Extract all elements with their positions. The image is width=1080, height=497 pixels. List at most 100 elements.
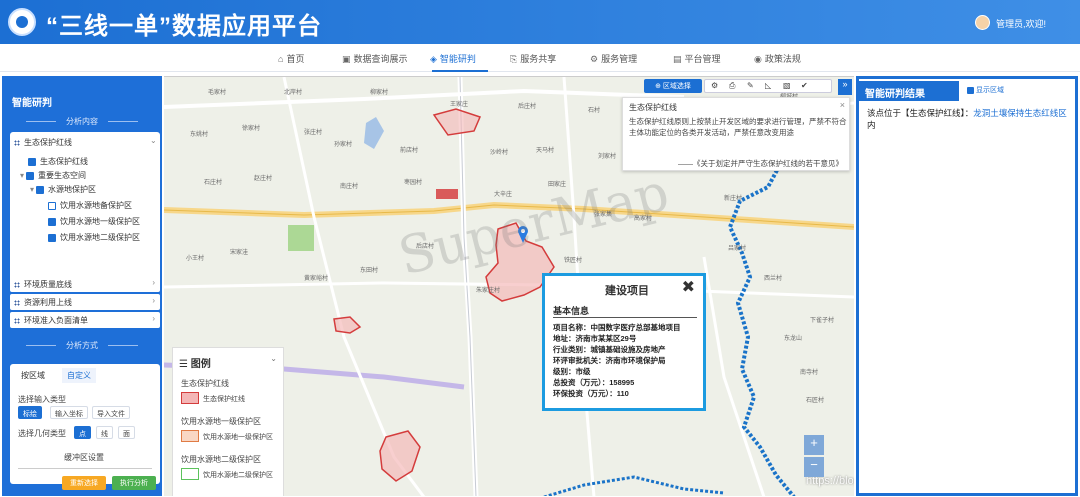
popup-source: ——《关于划定并严守生态保护红线的若干意见》 [678, 159, 843, 168]
tab-by-region[interactable]: 按区域 [16, 368, 50, 383]
layer-tree: 生态保护红线 ⌄ 生态保护红线 ▾ 重要生态空间 ▾ 水源地保护区 饮用水源地备保护… [10, 132, 160, 292]
chevron-right-icon: › [152, 296, 155, 305]
tab-custom[interactable]: 自定义 [62, 368, 96, 383]
tree-item-important[interactable]: ▾ 重要生态空间 [20, 170, 86, 181]
nav-home[interactable]: ⌂ 首页 [278, 52, 304, 65]
region-select-button[interactable]: ⊕ 区域选择 [644, 79, 702, 93]
place-label: 沙岭村 [490, 150, 509, 156]
accordion-resource[interactable]: 资源利用上线 › [10, 294, 160, 310]
card-row: 环评审批机关：济南市环境保护局 [553, 356, 666, 365]
nav-policy[interactable]: ◉ 政策法规 [754, 52, 801, 65]
place-label: 张庄村 [304, 130, 323, 136]
service-icon: ⚙ [590, 54, 599, 64]
location-icon: ⊕ [655, 83, 663, 90]
zoom-out-button[interactable]: − [804, 457, 824, 477]
pen-icon[interactable]: ✎ [747, 81, 754, 90]
grip-icon [14, 299, 20, 306]
result-prefix: 该点位于【生态保护红线】： [867, 108, 974, 118]
nav-label: 服务共享 [520, 54, 557, 64]
platform-icon: ▤ [673, 54, 682, 64]
place-label: 大辛庄 [494, 192, 513, 198]
main-nav: ⌂ 首页 ▣ 数据查询展示 ◈ 智能研判 ⎘ 服务共享 ⚙ 服务管理 ▤ 平台管理 ◉ 政策法… [0, 44, 1080, 72]
reset-selection-button[interactable]: 重新选择 [62, 476, 106, 490]
geom-type-label: 选择几何类型 [18, 429, 66, 438]
geom-polygon-button[interactable]: 面 [118, 426, 135, 439]
result-suffix: 内 [867, 120, 876, 130]
checkbox-icon[interactable] [967, 86, 974, 94]
checkbox-icon[interactable] [36, 185, 45, 194]
home-icon: ⌂ [278, 54, 284, 64]
layers-icon[interactable]: ⚙ [711, 81, 718, 90]
show-region-toggle[interactable]: 显示区域 [967, 85, 1004, 95]
close-icon[interactable]: ✖ [682, 277, 695, 297]
chevron-down-icon[interactable]: ⌄ [270, 354, 277, 363]
accordion-negative-list[interactable]: 环境准入负面清单 › [10, 312, 160, 328]
project-info-card: 建设项目 ✖ 基本信息 项目名称：中国数字医疗总部基地项目 地址：济南市某某区2… [542, 273, 706, 411]
welcome-text[interactable]: 管理员,欢迎! [996, 17, 1046, 30]
map-icon[interactable]: ▧ [783, 81, 791, 90]
section-analysis-content: 分析内容 [4, 116, 160, 127]
user-avatar[interactable] [975, 15, 990, 30]
map-toolbar: ⚙ ⎙ ✎ ◺ ▧ ✔ [704, 79, 832, 93]
run-analysis-button[interactable]: 执行分析 [112, 476, 156, 490]
region-select-label: 区域选择 [662, 83, 691, 90]
place-label: 东田村 [360, 268, 379, 274]
nav-label: 智能研判 [439, 54, 476, 64]
checkbox-icon[interactable] [48, 217, 56, 226]
legend-swatch [181, 430, 199, 442]
zoom-in-button[interactable]: + [804, 435, 824, 455]
result-link[interactable]: 龙洞土壤保持生态红线区 [973, 108, 1067, 118]
print-icon[interactable]: ⎙ [729, 81, 735, 91]
nav-smart-judge[interactable]: ◈ 智能研判 [430, 52, 476, 65]
list-icon: ☰ [179, 359, 191, 370]
clear-icon[interactable]: ✔ [801, 81, 808, 90]
card-row: 项目名称：中国数字医疗总部基地项目 [553, 323, 681, 332]
place-label: 小王村 [186, 256, 205, 262]
result-panel: 智能研判结果 显示区域 该点位于【生态保护红线】：龙洞土壤保持生态红线区内 [856, 76, 1078, 496]
tree-item-eco-line[interactable]: 生态保护红线 [28, 156, 88, 167]
place-label: 后庄村 [518, 104, 537, 110]
tree-item-water-2[interactable]: 饮用水源地二级保护区 [48, 232, 140, 243]
grip-icon [14, 317, 20, 324]
buffer-slider[interactable] [18, 468, 152, 469]
result-text: 该点位于【生态保护红线】：龙洞土壤保持生态红线区内 [867, 107, 1073, 131]
map-view[interactable]: 毛家村北岸村柳家村王家庄后庄村石村四里庄村杨庄村柳城村东姚村徐家村张庄村孙家村前… [164, 76, 854, 496]
nav-data-query[interactable]: ▣ 数据查询展示 [342, 52, 408, 65]
nav-label: 政策法规 [764, 54, 801, 64]
geom-line-button[interactable]: 线 [96, 426, 113, 439]
tree-item-water-1[interactable]: 饮用水源地一级保护区 [48, 216, 140, 227]
checkbox-icon[interactable] [48, 233, 56, 242]
legend-heading: 饮用水源地二级保护区 [181, 455, 261, 464]
legend-item: 生态保护红线 [203, 396, 245, 403]
expand-panel-icon[interactable]: » [838, 79, 852, 95]
place-label: 赵庄村 [254, 176, 273, 182]
close-icon[interactable]: × [840, 100, 845, 110]
nav-label: 首页 [286, 54, 305, 64]
input-coords-button[interactable]: 输入坐标 [50, 406, 88, 419]
nav-service-manage[interactable]: ⚙ 服务管理 [590, 52, 637, 65]
analysis-method-panel: 按区域 自定义 选择输入类型 标绘 输入坐标 导入文件 选择几何类型 点 线 面… [10, 364, 160, 484]
nav-service-share[interactable]: ⎘ 服务共享 [510, 52, 556, 65]
checkbox-icon[interactable] [26, 171, 35, 180]
geom-point-button[interactable]: 点 [74, 426, 91, 439]
nav-platform-manage[interactable]: ▤ 平台管理 [673, 52, 721, 65]
tree-group-eco[interactable]: 生态保护红线 [14, 137, 72, 148]
tree-item-water[interactable]: ▾ 水源地保护区 [30, 184, 96, 195]
buffer-setting-label: 缓冲区设置 [64, 453, 104, 462]
left-panel: 智能研判 分析内容 生态保护红线 ⌄ 生态保护红线 ▾ 重要生态空间 ▾ 水源地保护… [2, 76, 162, 496]
place-label: 宋家洼 [230, 250, 249, 256]
nav-active-indicator [432, 70, 488, 72]
card-divider [553, 317, 697, 318]
measure-icon[interactable]: ◺ [765, 81, 771, 90]
checkbox-icon[interactable] [48, 201, 56, 210]
collapse-icon[interactable]: ▾ [30, 185, 34, 194]
checkbox-icon[interactable] [28, 157, 36, 166]
tree-item-water-reserve[interactable]: 饮用水源地备保护区 [48, 200, 132, 211]
import-file-button[interactable]: 导入文件 [92, 406, 130, 419]
plot-button[interactable]: 标绘 [18, 406, 42, 419]
tree-label: 重要生态空间 [38, 171, 87, 180]
accordion-env-quality[interactable]: 环境质量底线 › [10, 276, 160, 292]
chevron-down-icon[interactable]: ⌄ [150, 136, 157, 145]
collapse-icon[interactable]: ▾ [20, 171, 24, 180]
tree-label: 饮用水源地一级保护区 [60, 217, 140, 226]
